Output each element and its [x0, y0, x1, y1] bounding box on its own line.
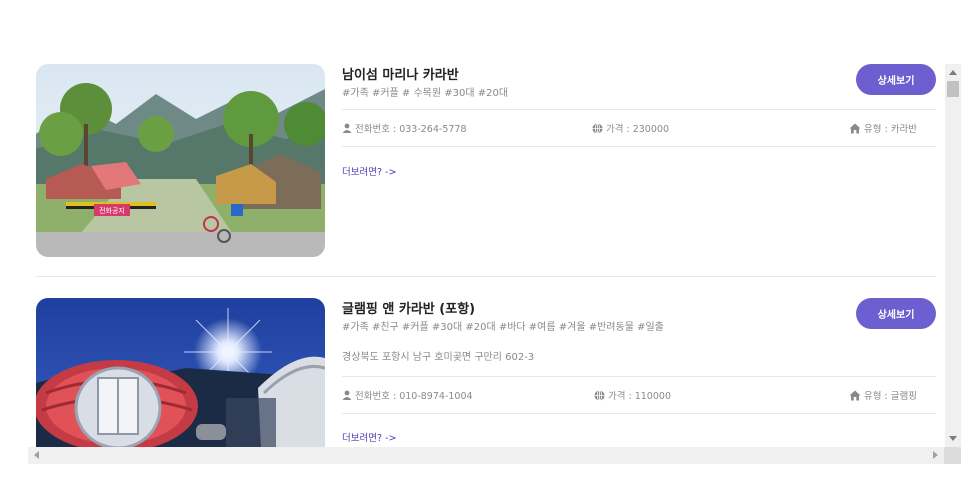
campground-photo: 전화공지	[36, 64, 325, 257]
listing-address: 경상북도 포항시 남구 호미곶면 구만리 602-3	[342, 352, 535, 363]
vertical-scrollbar[interactable]	[945, 64, 961, 447]
listing-panel: 전화공지 남이섬 마리나 카라반 #가족 #커플 # 수목원 #30대 #20대…	[28, 64, 961, 464]
listing-scroll-area[interactable]: 전화공지 남이섬 마리나 카라반 #가족 #커플 # 수목원 #30대 #20대…	[28, 64, 945, 447]
phone-text: 전화번호 : 033-264-5778	[355, 124, 467, 135]
type-text: 유형 : 글램핑	[864, 391, 917, 402]
phone-info: 전화번호 : 010-8974-1004	[342, 388, 473, 402]
price-info: 가격 : 110000	[594, 388, 671, 402]
see-more-link[interactable]: 더보려면? ->	[342, 164, 396, 178]
globe-icon	[594, 389, 605, 401]
scrollbar-corner	[944, 447, 961, 464]
price-text: 가격 : 110000	[608, 391, 671, 402]
horizontal-scrollbar[interactable]	[28, 447, 961, 464]
divider	[342, 146, 936, 147]
divider	[342, 413, 936, 414]
listing-photo[interactable]	[36, 298, 325, 447]
listing-info-row: 전화번호 : 033-264-5778 가격 : 230000 유형 : 카라반	[342, 121, 936, 137]
vertical-scrollbar-thumb[interactable]	[947, 81, 959, 97]
listing-title[interactable]: 남이섬 마리나 카라반	[342, 64, 459, 83]
type-info: 유형 : 글램핑	[849, 388, 917, 402]
type-text: 유형 : 카라반	[864, 124, 917, 135]
user-icon	[342, 390, 352, 400]
card-separator	[36, 276, 936, 277]
phone-info: 전화번호 : 033-264-5778	[342, 121, 467, 135]
home-icon	[849, 390, 861, 401]
scroll-up-arrow-icon[interactable]	[949, 70, 957, 75]
divider	[342, 109, 936, 110]
listing-title[interactable]: 글램핑 앤 카라반 (포항)	[342, 298, 475, 317]
details-button[interactable]: 상세보기	[856, 64, 936, 95]
svg-text:전화공지: 전화공지	[99, 206, 125, 215]
listing-tags: #가족 #친구 #커플 #30대 #20대 #바다 #여름 #겨울 #반려동물 …	[342, 322, 664, 333]
scroll-down-arrow-icon[interactable]	[949, 436, 957, 441]
listing-info-row: 전화번호 : 010-8974-1004 가격 : 110000 유형 : 글램…	[342, 388, 936, 404]
details-button[interactable]: 상세보기	[856, 298, 936, 329]
see-more-link[interactable]: 더보려면? ->	[342, 430, 396, 444]
divider	[342, 376, 936, 377]
price-text: 가격 : 230000	[606, 124, 669, 135]
glamping-pod-night-photo	[36, 298, 325, 447]
price-info: 가격 : 230000	[592, 121, 669, 135]
user-icon	[342, 123, 352, 133]
listing-tags: #가족 #커플 # 수목원 #30대 #20대	[342, 88, 509, 99]
globe-icon	[592, 122, 603, 134]
listing-photo[interactable]: 전화공지	[36, 64, 325, 257]
type-info: 유형 : 카라반	[849, 121, 917, 135]
home-icon	[849, 123, 861, 134]
phone-text: 전화번호 : 010-8974-1004	[355, 391, 473, 402]
scroll-left-arrow-icon[interactable]	[34, 451, 39, 459]
scroll-right-arrow-icon[interactable]	[933, 451, 938, 459]
